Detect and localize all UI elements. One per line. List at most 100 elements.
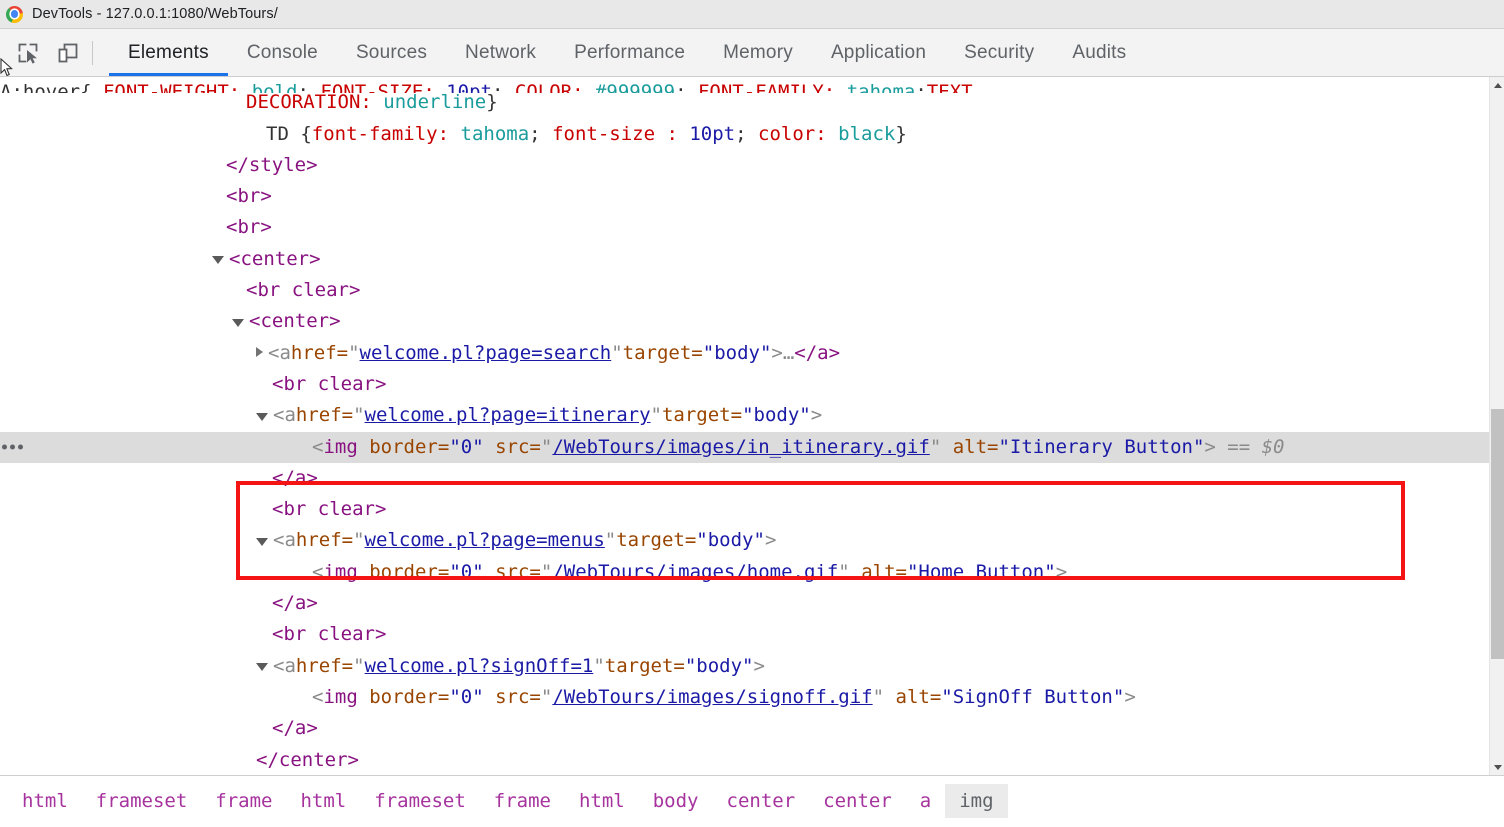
breadcrumb-item-a[interactable]: a: [906, 784, 945, 818]
breadcrumb-item-img[interactable]: img: [945, 784, 1008, 818]
tab-memory[interactable]: Memory: [704, 29, 812, 76]
toolbar-icon-group: [0, 29, 109, 76]
tab-network[interactable]: Network: [446, 29, 555, 76]
tab-application[interactable]: Application: [812, 29, 945, 76]
anchor-search-href-value[interactable]: welcome.pl?page=search: [360, 338, 612, 369]
anchor-search-ellipsis: …: [782, 341, 795, 364]
breadcrumb-label: frame: [215, 790, 273, 812]
css-semi-b: ;: [735, 122, 747, 145]
breadcrumb-item-html-1[interactable]: html: [8, 784, 82, 818]
more-options-icon[interactable]: [2, 444, 23, 450]
dom-node-anchor-itinerary[interactable]: <a href= " welcome.pl?page=itinerary " targ…: [0, 400, 1489, 431]
dom-node-anchor-menus-close[interactable]: </a>: [0, 588, 1489, 619]
css-val-10pt: 10pt: [689, 122, 736, 145]
scrollbar-thumb[interactable]: [1491, 409, 1504, 659]
css-line-content: DECORATION: underline}: [246, 87, 498, 118]
anchor-signoff-href-value[interactable]: welcome.pl?signOff=1: [365, 651, 594, 682]
breadcrumb-item-center-1[interactable]: center: [713, 784, 810, 818]
tab-security[interactable]: Security: [945, 29, 1053, 76]
quote-close: ": [604, 529, 617, 552]
dom-node-img-home[interactable]: <img border="0" src="/WebTours/images/ho…: [0, 557, 1489, 588]
img-src-value[interactable]: /WebTours/images/home.gif: [552, 561, 838, 583]
dom-node-br-1[interactable]: <br>: [0, 181, 1489, 212]
css-close-brace-2: }: [895, 122, 907, 145]
scroll-down-arrow-icon[interactable]: [1490, 759, 1504, 775]
breadcrumb-item-center-2[interactable]: center: [809, 784, 906, 818]
breadcrumb-item-html-2[interactable]: html: [286, 784, 360, 818]
anchor-itinerary-href-value[interactable]: welcome.pl?page=itinerary: [365, 400, 651, 431]
dom-node-anchor-signoff-close[interactable]: </a>: [0, 713, 1489, 744]
expand-triangle-icon[interactable]: [256, 412, 268, 421]
img-src-attr: src=: [495, 435, 541, 458]
breadcrumb-label: html: [22, 790, 68, 812]
dom-node-img-itinerary-selected[interactable]: <img border="0" src="/WebTours/images/in…: [0, 431, 1489, 463]
img-open-bracket: <: [312, 560, 324, 583]
quote-open: ": [540, 435, 553, 458]
dom-tree-scroll-content: DECORATION: underline} TD {font-family: …: [0, 77, 1489, 775]
breadcrumb-label: html: [578, 790, 625, 812]
img-tag-name: img: [323, 435, 358, 458]
breadcrumb-item-html-3[interactable]: html: [565, 784, 639, 818]
css-open-brace: {: [300, 122, 312, 145]
dom-node-img-signoff[interactable]: <img border="0" src="/WebTours/images/si…: [0, 682, 1489, 713]
expand-triangle-icon[interactable]: [256, 538, 268, 547]
anchor-itinerary-open: <a: [273, 404, 296, 427]
expand-triangle-icon[interactable]: [232, 319, 244, 328]
img-close-bracket: >: [1204, 435, 1216, 458]
anchor-menus-close-bracket: >: [764, 529, 777, 552]
img-open-bracket: <: [312, 435, 324, 458]
dom-node-center-inner[interactable]: <center>: [0, 306, 1489, 337]
scroll-up-arrow-icon[interactable]: [1490, 77, 1504, 93]
dom-node-anchor-itinerary-close[interactable]: </a>: [0, 463, 1489, 494]
tab-audits[interactable]: Audits: [1053, 29, 1145, 76]
img-alt-attr: alt=: [895, 685, 942, 708]
img-tag-name: img: [323, 685, 358, 708]
img-home-content: <img border="0" src="/WebTours/images/ho…: [312, 557, 1067, 588]
tab-sources[interactable]: Sources: [337, 29, 446, 76]
css-prop-font-family: font-family:: [311, 122, 450, 145]
dom-node-css-td-rule: TD {font-family: tahoma; font-size : 10p…: [0, 119, 1489, 150]
dom-node-style-close[interactable]: </style>: [0, 150, 1489, 181]
anchor-menus-href-value[interactable]: welcome.pl?page=menus: [365, 525, 605, 556]
dom-node-br-clear-2[interactable]: <br clear>: [0, 369, 1489, 400]
dom-node-center-close-clipped[interactable]: </center>: [0, 745, 1489, 775]
expand-triangle-icon[interactable]: [212, 256, 224, 265]
tab-elements-label: Elements: [128, 41, 209, 63]
quote-close: ": [838, 560, 850, 583]
window-titlebar: DevTools - 127.0.0.1:1080/WebTours/: [0, 0, 1504, 29]
dom-node-center-outer[interactable]: <center>: [0, 244, 1489, 275]
dom-node-br-clear-1[interactable]: <br clear>: [0, 275, 1489, 306]
dom-node-anchor-menus[interactable]: <a href= " welcome.pl?page=menus " target= "…: [0, 525, 1489, 556]
dom-node-br-clear-4[interactable]: <br clear>: [0, 619, 1489, 650]
inspect-element-icon[interactable]: [8, 33, 48, 73]
tab-elements[interactable]: Elements: [109, 29, 228, 76]
anchor-itinerary-target-attr: target=: [661, 404, 743, 427]
tab-console[interactable]: Console: [228, 29, 337, 76]
css-val-black: black: [838, 122, 896, 145]
quote-open: ": [353, 404, 365, 427]
quote-open: ": [353, 654, 365, 677]
dom-node-anchor-search[interactable]: <a href= " welcome.pl?page=search " target=…: [0, 338, 1489, 369]
dom-node-br-2[interactable]: <br>: [0, 212, 1489, 243]
breadcrumb-item-frameset-2[interactable]: frameset: [360, 784, 480, 818]
css-close-brace: }: [486, 91, 498, 114]
dom-node-anchor-signoff[interactable]: <a href= " welcome.pl?signOff=1 " target= "b…: [0, 651, 1489, 682]
tab-application-label: Application: [830, 41, 927, 63]
img-src-value[interactable]: /WebTours/images/in_itinerary.gif: [552, 436, 930, 458]
expand-triangle-icon[interactable]: [256, 663, 268, 672]
dom-tree-vertical-scrollbar[interactable]: [1489, 77, 1504, 775]
tab-audits-label: Audits: [1072, 41, 1127, 63]
anchor-search-target-attr: target=: [622, 341, 703, 364]
breadcrumb-item-frame-2[interactable]: frame: [480, 784, 565, 818]
device-toolbar-icon[interactable]: [48, 33, 88, 73]
breadcrumb-item-frameset-1[interactable]: frameset: [82, 784, 202, 818]
tab-security-label: Security: [964, 41, 1035, 63]
elements-dom-tree[interactable]: A:hover{ FONT-WEIGHT: bold; FONT-SIZE: 1…: [0, 77, 1504, 775]
breadcrumb-item-body[interactable]: body: [639, 784, 713, 818]
tab-performance[interactable]: Performance: [555, 29, 704, 76]
collapse-triangle-icon[interactable]: [256, 347, 263, 358]
img-src-value[interactable]: /WebTours/images/signoff.gif: [552, 686, 872, 708]
center-close-tag: </center>: [256, 748, 359, 771]
dom-node-br-clear-3[interactable]: <br clear>: [0, 494, 1489, 525]
breadcrumb-item-frame-1[interactable]: frame: [201, 784, 286, 818]
